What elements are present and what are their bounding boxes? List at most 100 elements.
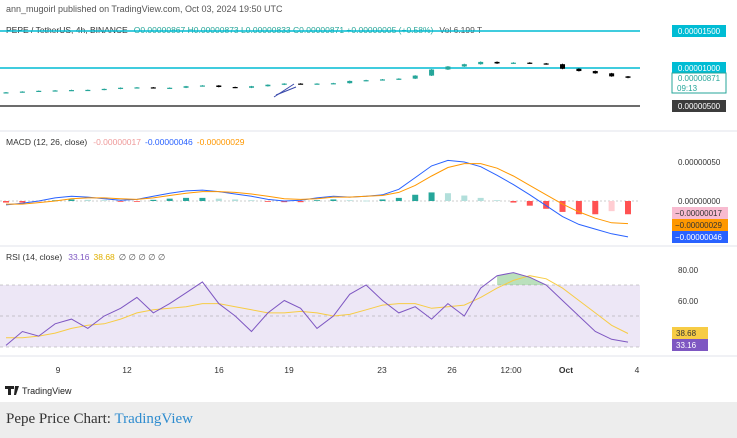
candle-body [68, 90, 74, 92]
last-price-text: 0.00000871 [678, 74, 721, 83]
rsi-tag-rsi-text: 33.16 [676, 341, 697, 350]
price-ohlc: O0.00000867 H0.00000873 L0.00000833 C0.0… [134, 25, 434, 35]
rsi-value: 33.16 [68, 252, 90, 262]
macd-histogram-bar [133, 201, 140, 202]
candle-body [478, 61, 484, 65]
macd-histogram-bar [461, 195, 468, 201]
chart-canvas: ann_mugoirl published on TradingView.com… [0, 0, 737, 402]
macd-histogram-bar [264, 201, 271, 202]
macd-hist-value: -0.00000017 [93, 137, 141, 147]
price-tag-lower: 0.00000500 [672, 100, 726, 112]
macd-tag-signal-text: −0.00000029 [675, 221, 722, 230]
rsi-title: RSI (14, close) [6, 252, 62, 262]
macd-histogram-bar [379, 199, 386, 201]
price-tag-upper: 0.00001500 [672, 25, 726, 37]
caption-link[interactable]: TradingView [114, 411, 193, 427]
rsi-tick-60: 60.00 [678, 297, 699, 306]
countdown-text: 09:13 [677, 84, 698, 93]
x-tick-label: 19 [284, 365, 294, 375]
candle-body [396, 78, 402, 80]
macd-histogram-bar [3, 201, 9, 203]
chart-caption: Pepe Price Chart: TradingView [6, 411, 193, 428]
candle-body [330, 83, 336, 85]
candle-body [52, 90, 58, 92]
candle-body [183, 86, 189, 88]
price-tag-last: 0.00000871 09:13 [671, 72, 727, 94]
price-tag-mid-text: 0.00001000 [678, 64, 721, 73]
x-tick-label: 23 [377, 365, 387, 375]
candle-body [85, 89, 91, 92]
candle-body [216, 85, 222, 87]
macd-title: MACD (12, 26, close) [6, 137, 87, 147]
price-tag-lower-text: 0.00000500 [678, 102, 721, 111]
macd-histogram-bar [297, 201, 304, 203]
candle-body [298, 83, 304, 85]
candle-body [314, 83, 320, 85]
macd-histogram-bar [84, 199, 91, 201]
rsi-tag-rsi: 33.16 [672, 339, 708, 351]
x-tick-label: 16 [214, 365, 224, 375]
macd-histogram-bar [608, 201, 615, 212]
macd-histogram-bar [444, 193, 451, 201]
macd-tag-hist-text: −0.00000017 [675, 209, 722, 218]
price-tag-upper-text: 0.00001500 [678, 27, 721, 36]
candle-body [592, 71, 598, 74]
macd-tag-macd-text: −0.00000046 [675, 233, 722, 242]
macd-histogram-bar [166, 198, 173, 201]
x-tick-label: 9 [56, 365, 61, 375]
candle-body [134, 87, 140, 89]
candle-body [560, 64, 566, 69]
candle-body [510, 62, 516, 64]
macd-histogram-bar [428, 192, 435, 201]
candle-body [609, 73, 615, 77]
macd-histogram-bar [346, 200, 353, 202]
macd-histogram-bar [19, 201, 26, 203]
macd-header: MACD (12, 26, close) -0.00000017 -0.000000… [6, 137, 245, 147]
macd-histogram-bar [215, 198, 222, 201]
rsi-ma-value: 38.68 [94, 252, 116, 262]
rsi-tag-ma-text: 38.68 [676, 329, 697, 338]
macd-histogram-bar [412, 194, 419, 201]
x-tick-label: 12:00 [500, 365, 522, 375]
candle-body [118, 87, 124, 89]
macd-histogram-bar [248, 200, 255, 202]
macd-histogram-bar [314, 200, 320, 202]
x-tick-label: 12 [122, 365, 132, 375]
macd-histogram-bar [183, 197, 190, 201]
macd-histogram-bar [395, 197, 402, 201]
candle-body [167, 87, 173, 89]
candle-body [494, 61, 500, 64]
macd-histogram-bar [117, 201, 124, 202]
watermark-text: TradingView [22, 386, 72, 396]
macd-signal-value: -0.00000029 [197, 137, 245, 147]
candle-body [445, 66, 451, 70]
price-header: PEPE / TetherUS, 4h, BINANCE O0.00000867 … [6, 25, 482, 35]
candle-body [150, 87, 156, 89]
macd-histogram-bar [232, 199, 239, 201]
price-symbol: PEPE / TetherUS, 4h, BINANCE [6, 25, 128, 35]
candle-body [232, 87, 238, 89]
candle-body [429, 69, 435, 76]
candle-body [101, 88, 107, 91]
x-tick-label: 26 [447, 365, 457, 375]
macd-histogram-bar [592, 201, 599, 215]
candle-body [527, 62, 533, 64]
macd-histogram-bar [330, 199, 337, 201]
macd-histogram-bar [68, 199, 75, 201]
price-volume: Vol 6.199 T [439, 25, 482, 35]
candle-body [199, 85, 205, 87]
macd-histogram-bar [150, 199, 157, 201]
macd-histogram-bar [199, 197, 206, 201]
macd-tag-signal: −0.00000029 [672, 219, 728, 231]
macd-histogram-bar [494, 200, 501, 202]
candle-body [625, 76, 631, 78]
rsi-header: RSI (14, close) 33.16 38.68 ∅ ∅ ∅ ∅ ∅ [6, 252, 166, 262]
candle-body [576, 68, 582, 72]
candle-body [412, 75, 418, 79]
macd-tag-macd: −0.00000046 [672, 231, 728, 243]
macd-histogram-bar [477, 197, 484, 201]
chart-screenshot: ann_mugoirl published on TradingView.com… [0, 0, 737, 438]
x-tick-label: Oct [559, 365, 573, 375]
candle-body [543, 63, 549, 65]
candle-body [3, 92, 9, 94]
